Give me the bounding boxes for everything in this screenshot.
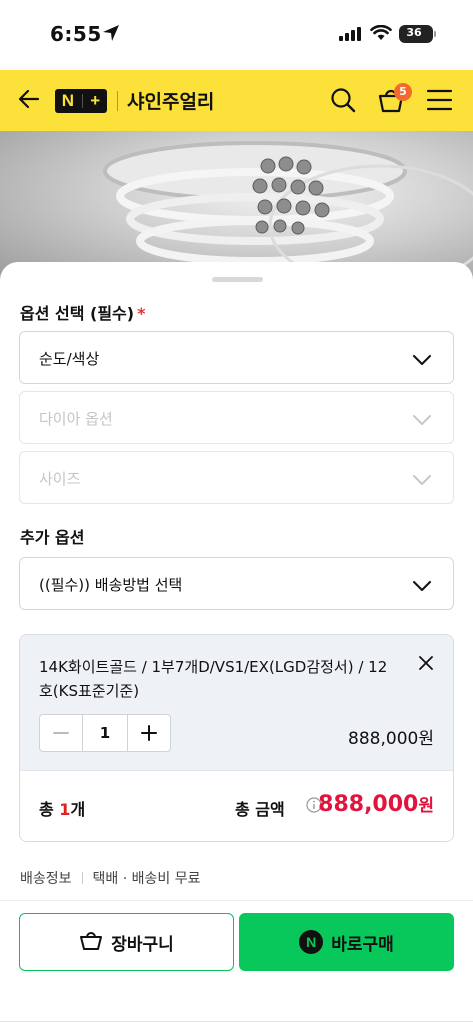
option-bottom-sheet: 옵션 선택 (필수) * 순도/색상 다이아 옵션 사이즈 추가 옵션 ((필수)… xyxy=(0,262,473,1024)
increase-button[interactable] xyxy=(128,715,170,751)
naver-plus-logo[interactable]: N + xyxy=(55,89,107,113)
chevron-down-icon xyxy=(413,351,431,370)
hamburger-menu-icon[interactable] xyxy=(426,89,453,115)
selected-option-card: 14K화이트골드 / 1부7개D/VS1/EX(LGD감정서) / 12호(KS… xyxy=(19,634,454,842)
total-price-amount: 888,000 xyxy=(318,792,419,817)
cart-count-badge: 5 xyxy=(394,83,412,101)
add-to-cart-button[interactable]: 장바구니 xyxy=(19,913,234,971)
add-to-cart-label: 장바구니 xyxy=(111,934,174,955)
total-price: 888,000원 xyxy=(318,791,434,817)
back-arrow-icon[interactable] xyxy=(17,87,41,115)
total-price-currency: 원 xyxy=(418,796,434,816)
store-name[interactable]: 샤인주얼리 xyxy=(127,87,214,114)
quantity-value[interactable]: 1 xyxy=(82,715,128,751)
cellular-signal-icon xyxy=(339,26,363,45)
bottom-edge-line xyxy=(0,1021,473,1022)
logo-n: N xyxy=(61,91,75,110)
close-icon[interactable] xyxy=(419,655,433,674)
cart-bag-icon xyxy=(79,929,103,956)
buy-now-button[interactable]: N 바로구매 xyxy=(239,913,454,971)
search-icon[interactable] xyxy=(330,87,356,117)
shipping-method-select[interactable]: ((필수)) 배송방법 선택 xyxy=(19,557,454,610)
selected-option-detail: 14K화이트골드 / 1부7개D/VS1/EX(LGD감정서) / 12호(KS… xyxy=(20,635,453,770)
chevron-down-icon xyxy=(413,577,431,596)
header-divider xyxy=(117,91,118,111)
quantity-stepper: 1 xyxy=(39,714,171,752)
chevron-down-icon xyxy=(413,411,431,430)
total-count-number: 1 xyxy=(59,800,71,819)
diamond-option-label: 다이아 옵션 xyxy=(39,410,113,428)
logo-plus: + xyxy=(90,91,101,110)
total-amount-label: 총 금액 xyxy=(235,800,285,819)
purity-color-select[interactable]: 순도/색상 xyxy=(19,331,454,384)
delivery-info: 배송정보 택배 · 배송비 무료 xyxy=(20,868,201,888)
naver-pay-icon: N xyxy=(299,930,324,954)
selected-option-name: 14K화이트골드 / 1부7개D/VS1/EX(LGD감정서) / 12호(KS… xyxy=(39,658,388,700)
status-time: 6:55 xyxy=(50,22,102,46)
total-count: 총 1개 xyxy=(39,800,86,819)
bottom-divider xyxy=(0,900,473,901)
additional-option-title: 추가 옵션 xyxy=(20,528,85,547)
item-price: 888,000원 xyxy=(348,729,434,749)
size-select[interactable]: 사이즈 xyxy=(19,451,454,504)
wifi-icon xyxy=(370,24,392,45)
diamond-option-select[interactable]: 다이아 옵션 xyxy=(19,391,454,444)
decrease-button[interactable] xyxy=(40,715,82,751)
size-label: 사이즈 xyxy=(39,470,81,488)
shipping-method-label: ((필수)) 배송방법 선택 xyxy=(39,576,183,594)
buy-now-label: 바로구매 xyxy=(331,934,394,955)
option-select-title-text: 옵션 선택 (필수) xyxy=(20,304,135,323)
total-summary: 총 1개 총 금액 888,000원 xyxy=(20,770,453,841)
sheet-drag-handle[interactable] xyxy=(212,277,263,282)
required-mark: * xyxy=(137,304,146,323)
product-image xyxy=(0,131,473,281)
option-select-title: 옵션 선택 (필수) * xyxy=(20,300,145,324)
battery-level: 36 xyxy=(406,26,422,39)
location-arrow-icon xyxy=(102,24,120,46)
battery-icon: 36 xyxy=(399,25,436,43)
delivery-label: 배송정보 xyxy=(20,871,72,887)
delivery-value: 택배 · 배송비 무료 xyxy=(92,871,201,887)
chevron-down-icon xyxy=(413,471,431,490)
purity-color-label: 순도/색상 xyxy=(39,350,100,368)
status-bar: 6:55 36 xyxy=(0,0,473,70)
